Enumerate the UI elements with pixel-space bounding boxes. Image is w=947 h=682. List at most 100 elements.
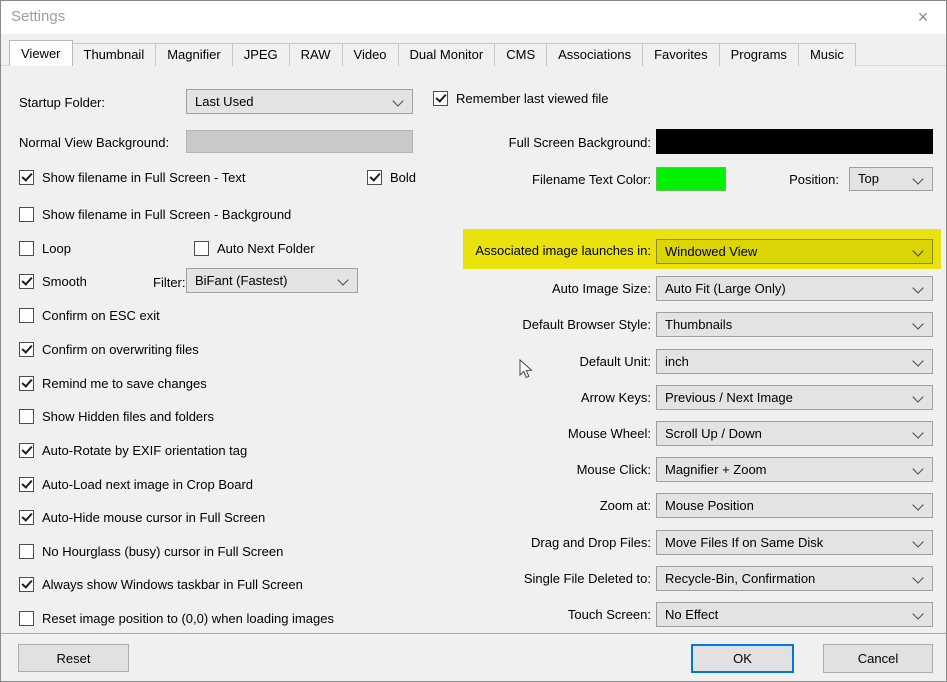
checkbox-icon (194, 241, 209, 256)
chevron-down-icon (912, 536, 923, 547)
checkbox-icon (19, 443, 34, 458)
startup-folder-dropdown[interactable]: Last Used (186, 89, 413, 114)
position-dropdown[interactable]: Top (849, 167, 933, 191)
title-bar: Settings × (1, 1, 946, 34)
checkbox-icon (19, 207, 34, 222)
checkbox-icon (19, 510, 34, 525)
drag-and-drop-label: Drag and Drop Files: (401, 535, 651, 550)
ok-button[interactable]: OK (691, 644, 794, 673)
chevron-down-icon (912, 282, 923, 293)
chevron-down-icon (912, 318, 923, 329)
mouse-wheel-label: Mouse Wheel: (401, 426, 651, 441)
checkbox-show-filename-background[interactable]: Show filename in Full Screen - Backgroun… (19, 206, 291, 222)
checkbox-remind-save-changes[interactable]: Remind me to save changes (19, 375, 207, 391)
checkbox-icon (19, 611, 34, 626)
checkbox-always-show-taskbar[interactable]: Always show Windows taskbar in Full Scre… (19, 576, 303, 592)
chevron-down-icon (912, 245, 923, 256)
tab-programs[interactable]: Programs (719, 43, 799, 66)
close-icon[interactable]: × (910, 5, 936, 29)
checkbox-icon (19, 577, 34, 592)
tab-associations[interactable]: Associations (546, 43, 643, 66)
startup-folder-label: Startup Folder: (19, 95, 105, 110)
checkbox-auto-next-folder[interactable]: Auto Next Folder (194, 240, 315, 256)
checkbox-remember-last-viewed[interactable]: Remember last viewed file (433, 90, 608, 106)
full-screen-background-swatch[interactable] (656, 129, 933, 154)
cancel-button[interactable]: Cancel (823, 644, 933, 673)
default-browser-style-label: Default Browser Style: (401, 317, 651, 332)
mouse-wheel-dropdown[interactable]: Scroll Up / Down (656, 421, 933, 446)
checkbox-icon (19, 342, 34, 357)
checkbox-icon (19, 477, 34, 492)
chevron-down-icon (912, 572, 923, 583)
tab-cms[interactable]: CMS (494, 43, 547, 66)
chevron-down-icon (912, 391, 923, 402)
default-browser-style-dropdown[interactable]: Thumbnails (656, 312, 933, 337)
checkbox-confirm-esc-exit[interactable]: Confirm on ESC exit (19, 307, 160, 323)
settings-dialog: Settings × Viewer Thumbnail Magnifier JP… (0, 0, 947, 682)
checkbox-smooth[interactable]: Smooth (19, 273, 87, 289)
chevron-down-icon (912, 608, 923, 619)
checkbox-confirm-overwriting[interactable]: Confirm on overwriting files (19, 341, 199, 357)
checkbox-no-hourglass[interactable]: No Hourglass (busy) cursor in Full Scree… (19, 543, 283, 559)
checkbox-auto-rotate-exif[interactable]: Auto-Rotate by EXIF orientation tag (19, 442, 247, 458)
checkbox-auto-load-crop-board[interactable]: Auto-Load next image in Crop Board (19, 476, 253, 492)
tab-raw[interactable]: RAW (289, 43, 343, 66)
checkbox-loop[interactable]: Loop (19, 240, 71, 256)
checkbox-icon (433, 91, 448, 106)
chevron-down-icon (337, 274, 348, 285)
tab-viewer[interactable]: Viewer (9, 40, 73, 66)
associated-launch-label: Associated image launches in: (463, 243, 651, 258)
tab-jpeg[interactable]: JPEG (232, 43, 290, 66)
checkbox-icon (19, 544, 34, 559)
filter-label: Filter: (153, 275, 186, 290)
checkbox-reset-image-position[interactable]: Reset image position to (0,0) when loadi… (19, 610, 334, 626)
checkbox-icon (19, 241, 34, 256)
arrow-keys-label: Arrow Keys: (401, 390, 651, 405)
reset-button[interactable]: Reset (18, 644, 129, 672)
window-title: Settings (11, 8, 65, 25)
footer-divider (1, 633, 946, 634)
zoom-at-dropdown[interactable]: Mouse Position (656, 493, 933, 518)
tab-magnifier[interactable]: Magnifier (155, 43, 232, 66)
drag-and-drop-dropdown[interactable]: Move Files If on Same Disk (656, 530, 933, 555)
zoom-at-label: Zoom at: (401, 498, 651, 513)
chevron-down-icon (912, 427, 923, 438)
associated-launch-dropdown[interactable]: Windowed View (656, 239, 933, 264)
tab-music[interactable]: Music (798, 43, 856, 66)
checkbox-icon (19, 274, 34, 289)
tab-thumbnail[interactable]: Thumbnail (72, 43, 157, 66)
touch-screen-dropdown[interactable]: No Effect (656, 602, 933, 627)
chevron-down-icon (912, 463, 923, 474)
checkbox-show-filename-text[interactable]: Show filename in Full Screen - Text (19, 169, 246, 185)
auto-image-size-dropdown[interactable]: Auto Fit (Large Only) (656, 276, 933, 301)
default-unit-dropdown[interactable]: inch (656, 349, 933, 374)
checkbox-icon (19, 308, 34, 323)
full-screen-background-label: Full Screen Background: (401, 135, 651, 150)
normal-view-background-label: Normal View Background: (19, 135, 169, 150)
checkbox-icon (19, 376, 34, 391)
chevron-down-icon (912, 355, 923, 366)
tab-video[interactable]: Video (342, 43, 399, 66)
chevron-down-icon (392, 95, 403, 106)
checkbox-icon (367, 170, 382, 185)
checkbox-icon (19, 409, 34, 424)
checkbox-show-hidden-files[interactable]: Show Hidden files and folders (19, 408, 214, 424)
chevron-down-icon (912, 499, 923, 510)
arrow-keys-dropdown[interactable]: Previous / Next Image (656, 385, 933, 410)
chevron-down-icon (912, 173, 923, 184)
tab-bar: Viewer Thumbnail Magnifier JPEG RAW Vide… (9, 42, 855, 66)
mouse-click-label: Mouse Click: (401, 462, 651, 477)
auto-image-size-label: Auto Image Size: (401, 281, 651, 296)
tab-dual-monitor[interactable]: Dual Monitor (398, 43, 496, 66)
mouse-click-dropdown[interactable]: Magnifier + Zoom (656, 457, 933, 482)
filename-text-color-label: Filename Text Color: (401, 172, 651, 187)
filter-dropdown[interactable]: BiFant (Fastest) (186, 268, 358, 293)
position-label: Position: (699, 172, 839, 187)
checkbox-icon (19, 170, 34, 185)
tab-favorites[interactable]: Favorites (642, 43, 719, 66)
single-file-deleted-label: Single File Deleted to: (401, 571, 651, 586)
normal-view-background-swatch[interactable] (186, 130, 413, 153)
single-file-deleted-dropdown[interactable]: Recycle-Bin, Confirmation (656, 566, 933, 591)
checkbox-auto-hide-cursor[interactable]: Auto-Hide mouse cursor in Full Screen (19, 509, 265, 525)
mouse-cursor-icon (519, 359, 533, 380)
